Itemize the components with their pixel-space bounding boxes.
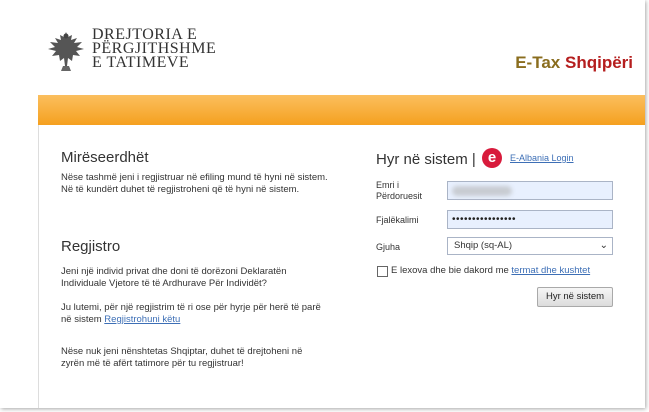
accent-bar — [38, 95, 645, 125]
welcome-title: Mirëseerdhët — [61, 149, 149, 166]
ealbania-login-label[interactable]: E-Albania Login — [510, 153, 574, 163]
username-field[interactable] — [447, 181, 613, 200]
login-button[interactable]: Hyr në sistem — [537, 287, 613, 307]
eagle-emblem-icon — [48, 32, 84, 71]
logo-text: DREJTORIA E PËRGJITHSHME E TATIMEVE — [92, 27, 216, 71]
language-select[interactable]: Shqip (sq-AL) ⌄ — [447, 237, 613, 255]
brand-country: Shqipëri — [564, 53, 633, 72]
dpt-logo: DREJTORIA E PËRGJITHSHME E TATIMEVE — [46, 27, 216, 72]
logo-line-3: E TATIMEVE — [92, 54, 190, 71]
header: DREJTORIA E PËRGJITHSHME E TATIMEVE E-Ta… — [0, 0, 645, 93]
language-value: Shqip (sq-AL) — [454, 240, 513, 251]
redacted-username — [452, 186, 512, 196]
register-title: Regjistro — [61, 238, 121, 255]
brand-etax: E-Tax — [515, 53, 561, 72]
username-label: Emri i Përdoruesit — [376, 180, 423, 201]
register-text-2-prefix: Ju lutemi, për një regjistrim të ri ose … — [61, 302, 321, 325]
terms-checkbox[interactable] — [377, 266, 388, 277]
etax-brand: E-Tax Shqipëri — [515, 53, 633, 73]
language-label: Gjuha — [376, 242, 401, 252]
password-field[interactable]: •••••••••••••••• — [447, 210, 613, 229]
password-label: Fjalëkalimi — [376, 215, 419, 225]
register-here-link[interactable]: Regjistrohuni këtu — [104, 314, 180, 325]
page-frame: DREJTORIA E PËRGJITHSHME E TATIMEVE E-Ta… — [0, 0, 645, 408]
register-text-3: Nëse nuk jeni nënshtetas Shqiptar, duhet… — [61, 346, 303, 369]
terms-link[interactable]: termat dhe kushtet — [511, 265, 590, 276]
terms-prefix: E lexova dhe bie dakord me — [391, 265, 509, 276]
chevron-down-icon: ⌄ — [599, 240, 608, 251]
ealbania-login-link[interactable]: e E-Albania Login — [482, 148, 574, 168]
register-text-2: Ju lutemi, për një regjistrim të ri ose … — [61, 302, 321, 326]
login-title: Hyr në sistem | — [376, 151, 476, 168]
register-text-1: Jeni një individ privat dhe doni të dorë… — [61, 266, 287, 289]
welcome-text: Nëse tashmë jeni i regjistruar në efilin… — [61, 172, 328, 195]
ealbania-icon[interactable]: e — [482, 148, 502, 168]
terms-label: E lexova dhe bie dakord me termat dhe ku… — [391, 265, 590, 276]
